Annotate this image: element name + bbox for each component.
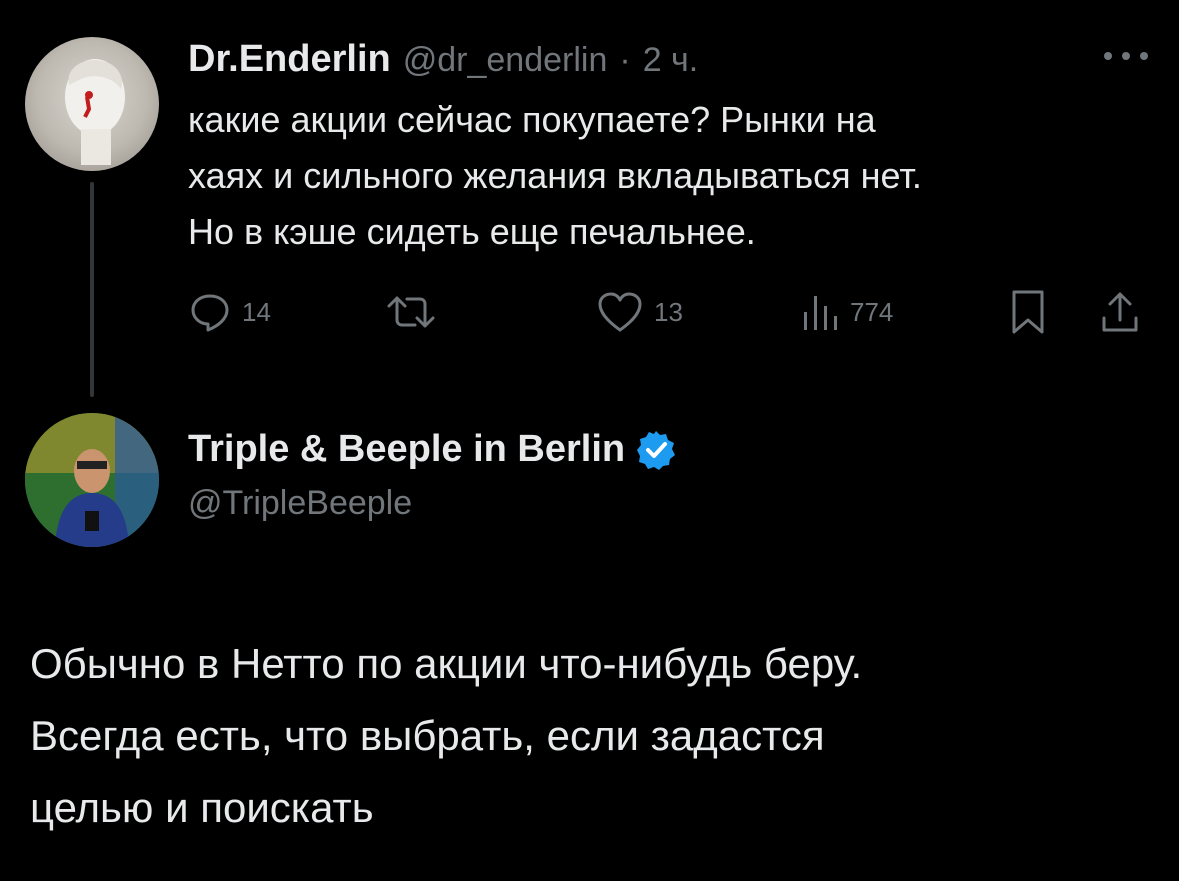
author-name[interactable]: Dr.Enderlin [188,38,391,81]
views-button[interactable]: 774 [800,290,893,334]
avatar-dr-enderlin[interactable] [25,37,159,171]
views-count: 774 [850,296,894,327]
tweet-time[interactable]: 2 ч. [643,41,699,80]
like-count: 13 [654,296,683,327]
reply-author-handle[interactable]: @TripleBeeple [188,484,412,523]
reply-icon [188,290,232,334]
reply-text-line: целью и поискать [30,784,374,831]
reply-text: Обычно в Нетто по акции что-нибудь беру.… [30,628,862,844]
author-handle[interactable]: @dr_enderlin [403,41,608,80]
tweet-text-line: хаях и сильного желания вкладываться нет… [188,155,922,196]
avatar-triple-beeple[interactable] [25,413,159,547]
bookmark-icon[interactable] [1008,288,1048,336]
tweet-text: какие акции сейчас покупаете? Рынки на х… [188,92,922,260]
like-icon [596,290,644,334]
reply-header: Triple & Beeple in Berlin [188,428,677,471]
tweet-text-line: Но в кэше сидеть еще печальнее. [188,211,756,252]
retweet-icon [385,290,437,334]
like-button[interactable]: 13 [596,290,683,334]
verified-badge-icon [635,429,677,471]
reply-text-line: Всегда есть, что выбрать, если задастся [30,712,825,759]
share-icon[interactable] [1098,288,1142,336]
thread-connector-line [90,182,94,397]
reply-count: 14 [242,296,271,327]
reply-button[interactable]: 14 [188,290,271,334]
tweet-header: Dr.Enderlin @dr_enderlin · 2 ч. [188,38,698,81]
more-icon[interactable] [1102,50,1150,62]
views-icon [800,290,840,334]
reply-text-line: Обычно в Нетто по акции что-нибудь беру. [30,640,863,687]
time-separator: · [619,41,631,79]
retweet-button[interactable] [385,290,437,334]
tweet-text-line: какие акции сейчас покупаете? Рынки на [188,99,876,140]
reply-author-name[interactable]: Triple & Beeple in Berlin [188,428,625,471]
